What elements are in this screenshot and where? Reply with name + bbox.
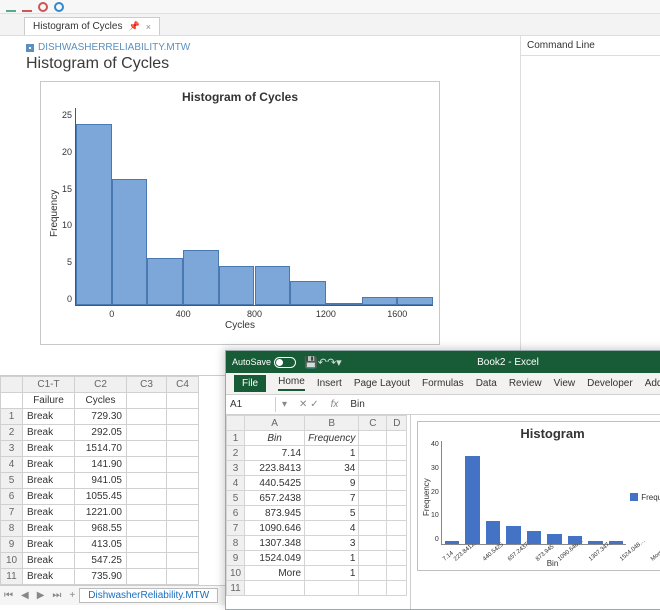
search-icon[interactable] <box>54 2 64 12</box>
excel-chart-yticks: 403020100 <box>431 441 441 553</box>
close-icon[interactable]: × <box>146 22 151 32</box>
y-axis-label: Frequency <box>47 108 62 318</box>
histogram-bar <box>255 266 291 305</box>
ribbon-tab-file[interactable]: File <box>234 375 266 392</box>
sheet-tab[interactable]: DishwasherReliability.MTW <box>79 588 218 603</box>
excel-histogram-bar <box>547 534 561 544</box>
ribbon-tab-home[interactable]: Home <box>278 376 305 391</box>
command-line-header: Command Line <box>521 36 660 56</box>
chart-title: Histogram of Cycles <box>47 90 433 104</box>
minitab-chart[interactable]: Histogram of Cycles Frequency 2520151050… <box>40 81 440 345</box>
sheet-nav-button[interactable]: ⏭ <box>48 590 65 601</box>
autosave-toggle[interactable]: AutoSave <box>232 357 296 368</box>
sheet-nav-button[interactable]: ▶ <box>33 590 49 601</box>
histogram-bar <box>290 281 326 305</box>
excel-chart-legend: Frequency <box>626 441 660 553</box>
pin-icon[interactable]: 📌 <box>128 21 139 32</box>
ribbon-tab-view[interactable]: View <box>554 378 576 389</box>
ribbon-tab-formulas[interactable]: Formulas <box>422 378 464 389</box>
namebox-dropdown-icon[interactable]: ▾ <box>276 399 293 410</box>
ribbon-tab-page-layout[interactable]: Page Layout <box>354 378 410 389</box>
excel-chart-xticks: 7.14223.84125440.5425657.24375873.945109… <box>442 558 626 564</box>
doc-tab-title: Histogram of Cycles <box>33 21 122 32</box>
quick-access-toolbar[interactable]: 💾↶↷▾ <box>304 356 342 369</box>
ribbon-tab-insert[interactable]: Insert <box>317 378 342 389</box>
x-axis-ticks: 040080012001600 <box>76 309 433 319</box>
fx-controls[interactable]: ✕ ✓ <box>293 399 325 410</box>
output-area: DISHWASHERRELIABILITY.MTW Histogram of C… <box>0 36 520 349</box>
sheet-nav-button[interactable]: ⏮ <box>0 590 17 601</box>
qat-icon[interactable]: ↷ <box>327 357 336 369</box>
histogram-bar <box>397 297 433 305</box>
formula-bar[interactable]: A1 ▾ ✕ ✓ fx Bin <box>226 395 660 415</box>
qat-icon[interactable]: ↶ <box>318 357 327 369</box>
block-icon[interactable] <box>38 2 48 12</box>
excel-chart[interactable]: Histogram Frequency 403020100 7.14223.84… <box>417 421 660 571</box>
source-file[interactable]: DISHWASHERRELIABILITY.MTW <box>26 42 510 53</box>
excel-histogram-bar <box>465 456 479 544</box>
histogram-bar <box>362 297 398 305</box>
ribbon-tab-add-ins[interactable]: Add-ins <box>645 378 660 389</box>
redo-icon[interactable] <box>22 2 32 12</box>
legend-label: Frequency <box>641 493 660 502</box>
undo-icon[interactable] <box>6 2 16 12</box>
sheet-nav-button[interactable]: + <box>65 590 79 601</box>
y-axis-ticks: 2520151050 <box>62 108 75 318</box>
app-toolbar <box>0 0 660 14</box>
excel-histogram-bar <box>445 541 459 544</box>
name-box[interactable]: A1 <box>226 397 276 412</box>
grid-icon <box>26 44 34 52</box>
formula-value[interactable]: Bin <box>344 397 370 412</box>
sheet-nav[interactable]: ⏮◀▶⏭+ <box>0 590 79 601</box>
excel-chart-area: Histogram Frequency 403020100 7.14223.84… <box>411 415 660 609</box>
excel-title: Book2 - Excel <box>350 357 660 368</box>
excel-chart-plot: 7.14223.84125440.5425657.24375873.945109… <box>441 441 626 545</box>
source-file-label: DISHWASHERRELIABILITY.MTW <box>38 42 190 53</box>
fx-icon[interactable]: fx <box>325 399 345 410</box>
qat-icon[interactable]: ▾ <box>336 357 342 369</box>
histogram-bar <box>147 258 183 305</box>
doc-tab-bar: Histogram of Cycles 📌 × <box>0 14 660 36</box>
excel-chart-title: Histogram <box>422 426 660 441</box>
histogram-bar <box>326 303 362 305</box>
ribbon-tab-data[interactable]: Data <box>476 378 497 389</box>
ribbon-tab-review[interactable]: Review <box>509 378 542 389</box>
excel-histogram-bar <box>588 541 602 544</box>
excel-grid[interactable]: ABCD1BinFrequency27.1413223.8413344440.5… <box>226 415 411 609</box>
excel-window[interactable]: AutoSave 💾↶↷▾ Book2 - Excel 🔍 File Home In… <box>225 350 660 610</box>
excel-histogram-bar <box>486 521 500 544</box>
excel-titlebar[interactable]: AutoSave 💾↶↷▾ Book2 - Excel 🔍 <box>226 351 660 373</box>
x-axis-label: Cycles <box>47 320 433 331</box>
excel-histogram-bar <box>527 531 541 544</box>
sheet-nav-button[interactable]: ◀ <box>17 590 33 601</box>
qat-icon[interactable]: 💾 <box>304 357 318 369</box>
histogram-bar <box>112 179 148 305</box>
excel-chart-ylabel: Frequency <box>422 441 431 553</box>
toggle-off-icon[interactable] <box>274 357 296 368</box>
histogram-bar <box>76 124 112 305</box>
doc-tab[interactable]: Histogram of Cycles 📌 × <box>24 17 160 35</box>
histogram-bar <box>183 250 219 305</box>
legend-swatch <box>630 493 638 501</box>
histogram-bar <box>219 266 255 305</box>
output-title: Histogram of Cycles <box>26 55 510 73</box>
excel-histogram-bar <box>506 526 520 544</box>
excel-histogram-bar <box>609 541 623 544</box>
autosave-label: AutoSave <box>232 357 271 367</box>
excel-ribbon[interactable]: File Home Insert Page Layout Formulas Data Rev… <box>226 373 660 395</box>
excel-histogram-bar <box>568 536 582 544</box>
ribbon-tab-developer[interactable]: Developer <box>587 378 633 389</box>
chart-plot: 040080012001600 <box>75 108 433 306</box>
